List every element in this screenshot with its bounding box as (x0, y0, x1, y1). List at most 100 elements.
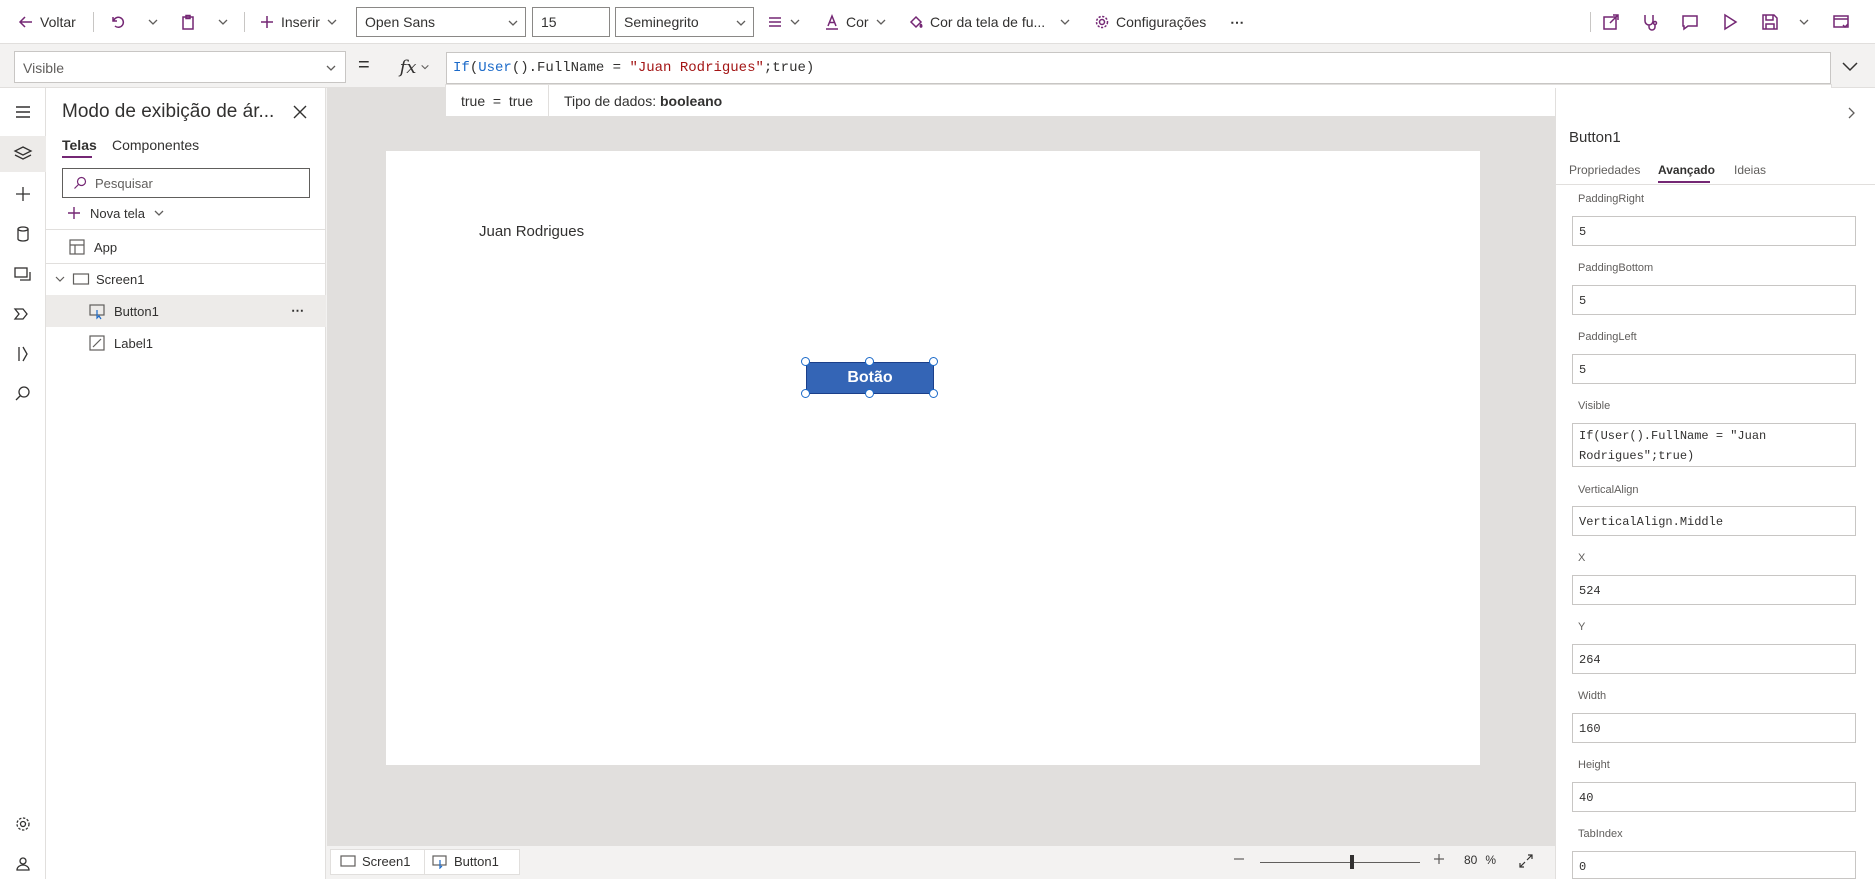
insert-label: Inserir (281, 14, 320, 30)
app-screen[interactable] (386, 151, 1480, 765)
collapse-panel-button[interactable] (1844, 106, 1858, 120)
resize-handle[interactable] (865, 389, 874, 398)
fit-to-window-button[interactable] (1518, 853, 1534, 869)
align-text-icon (769, 17, 781, 27)
chevron-down-icon (876, 19, 886, 25)
divider (93, 12, 94, 32)
prop-input[interactable]: 5 (1572, 285, 1856, 315)
power-automate-icon[interactable] (11, 302, 35, 326)
tree-item-label: Button1 (114, 303, 159, 319)
chevron-right-icon (1848, 107, 1855, 119)
fill-color-label: Cor da tela de fu... (930, 14, 1046, 30)
comments-button[interactable] (1681, 0, 1699, 44)
settings-button[interactable]: Configurações (1094, 0, 1206, 44)
tab-properties[interactable]: Propriedades (1569, 163, 1640, 177)
prop-input[interactable]: 524 (1572, 575, 1856, 605)
expand-formula-button[interactable] (1840, 56, 1860, 76)
database-icon[interactable] (11, 222, 35, 246)
tree-search-input[interactable]: Pesquisar (62, 168, 310, 198)
more-options-button[interactable]: ⋯ (291, 303, 304, 319)
tab-screens[interactable]: Telas (62, 137, 97, 153)
status-screen-crumb[interactable]: Screen1 (340, 853, 410, 869)
font-size-input[interactable]: 15 (532, 7, 610, 37)
resize-handle[interactable] (929, 389, 938, 398)
label-control-icon (89, 335, 105, 351)
new-screen-button[interactable]: Nova tela (66, 205, 165, 221)
zoom-unit: % (1485, 853, 1497, 867)
undo-button[interactable] (110, 0, 126, 44)
chevron-down-icon (327, 19, 337, 25)
zoom-slider-track[interactable] (1260, 862, 1420, 863)
zoom-in-button[interactable] (1433, 853, 1445, 865)
font-weight-select[interactable]: Seminegrito (615, 7, 754, 37)
resize-handle[interactable] (929, 357, 938, 366)
formula-string: "Juan Rodrigues" (629, 60, 764, 76)
align-button[interactable] (767, 0, 801, 44)
expand-icon (1519, 854, 1533, 868)
zoom-out-button[interactable] (1233, 853, 1245, 865)
status-screen-label: Screen1 (362, 853, 411, 869)
status-control-crumb[interactable]: Button1 (432, 853, 499, 869)
label1-control[interactable]: Juan Rodrigues (479, 223, 584, 240)
arrow-left-icon (18, 16, 32, 28)
hint-type: Tipo de dados: booleano (549, 93, 722, 109)
property-select[interactable]: Visible (14, 51, 346, 83)
share-button[interactable] (1602, 0, 1620, 44)
resize-handle[interactable] (801, 357, 810, 366)
virtual-agent-icon[interactable] (11, 852, 35, 876)
left-rail (0, 88, 46, 879)
media-icon[interactable] (11, 262, 35, 286)
plus-icon[interactable] (11, 182, 35, 206)
play-icon (1724, 13, 1738, 31)
paste-dropdown[interactable] (217, 0, 229, 44)
prop-input[interactable]: 5 (1572, 354, 1856, 384)
save-dropdown[interactable] (1798, 0, 1810, 44)
hamburger-menu-icon[interactable] (11, 100, 35, 124)
divider (46, 229, 326, 230)
screen-icon (340, 855, 356, 867)
tree-item-app[interactable]: App (46, 231, 326, 263)
zoom-slider-thumb[interactable] (1350, 855, 1354, 869)
plus-icon (1434, 854, 1444, 864)
tab-advanced[interactable]: Avançado (1658, 163, 1715, 177)
prop-input[interactable]: 5 (1572, 216, 1856, 246)
app-checker-button[interactable] (1641, 0, 1659, 44)
save-button[interactable] (1761, 0, 1779, 44)
fill-color-button[interactable]: Cor da tela de fu... (908, 0, 1071, 44)
resize-handle[interactable] (865, 357, 874, 366)
tree-view-title: Modo de exibição de ár... (62, 101, 275, 122)
font-family-select[interactable]: Open Sans (356, 7, 526, 37)
insert-button[interactable]: Inserir (259, 0, 338, 44)
tab-components[interactable]: Componentes (112, 137, 199, 153)
tree-item-button1[interactable]: Button1 ⋯ (46, 295, 326, 327)
prop-input[interactable]: If(User().FullName = "Juan Rodrigues";tr… (1572, 423, 1856, 467)
tab-underline (1658, 181, 1710, 183)
search-icon[interactable] (11, 382, 35, 406)
color-button[interactable]: Cor (824, 0, 887, 44)
more-button[interactable]: ⋯ (1230, 0, 1244, 44)
resize-handle[interactable] (801, 389, 810, 398)
layers-icon[interactable] (11, 142, 35, 166)
undo-dropdown[interactable] (147, 0, 159, 44)
tree-item-label1[interactable]: Label1 (46, 327, 326, 359)
back-button[interactable]: Voltar (18, 0, 76, 44)
close-tree-button[interactable] (292, 104, 308, 120)
formula-input[interactable]: If(User().FullName = "Juan Rodrigues";tr… (446, 52, 1831, 84)
fx-button[interactable]: fx (385, 48, 445, 86)
tab-ideas[interactable]: Ideias (1734, 163, 1766, 177)
prop-input[interactable]: VerticalAlign.Middle (1572, 506, 1856, 536)
prop-input[interactable]: 160 (1572, 713, 1856, 743)
share-icon (1603, 14, 1619, 30)
prop-input[interactable]: 264 (1572, 644, 1856, 674)
more-label: ⋯ (1230, 13, 1244, 30)
gear-icon[interactable] (11, 812, 35, 836)
prop-input[interactable]: 40 (1572, 782, 1856, 812)
paste-button[interactable] (180, 0, 196, 44)
tree-item-screen1[interactable]: Screen1 (46, 263, 326, 295)
publish-button[interactable] (1832, 0, 1850, 44)
preview-button[interactable] (1721, 0, 1739, 44)
prop-input[interactable]: 0 (1572, 851, 1856, 879)
prop-label: Y (1578, 621, 1586, 633)
variables-icon[interactable] (11, 342, 35, 366)
tab-underline (62, 156, 92, 158)
